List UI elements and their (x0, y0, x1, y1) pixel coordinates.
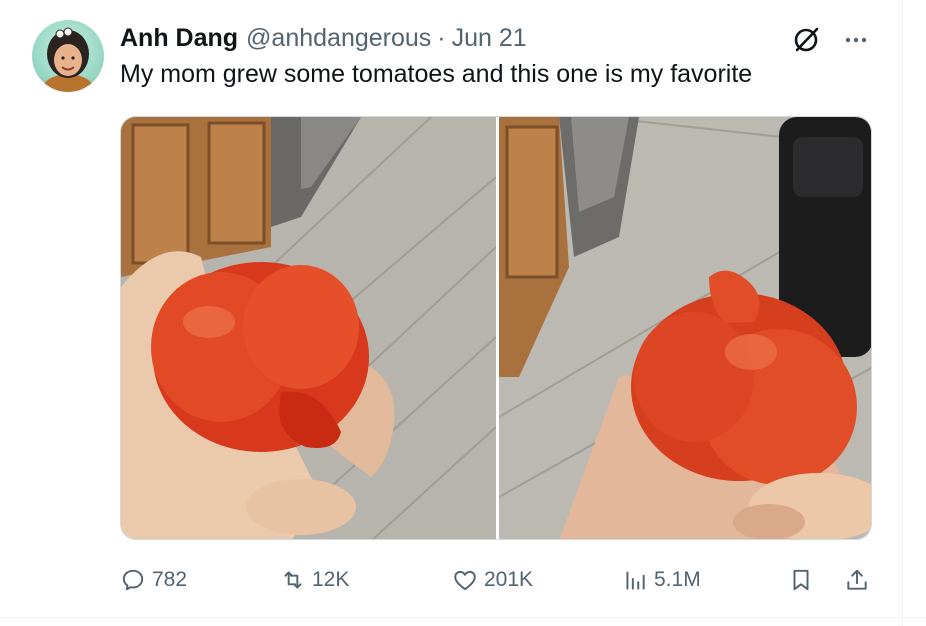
share-button[interactable] (844, 560, 870, 600)
like-button[interactable]: 201K (452, 560, 533, 600)
photo-tomato-right[interactable] (499, 117, 871, 539)
photo-tomato-left[interactable] (121, 117, 496, 539)
like-icon (454, 570, 476, 591)
author-name[interactable]: Anh Dang (120, 24, 238, 53)
like-count: 201K (484, 568, 534, 591)
tweet-media (120, 116, 872, 540)
more-icon[interactable] (840, 24, 872, 56)
action-bar: 782 12K 201K 5.1M (120, 560, 872, 600)
tweet-header: Anh Dang @anhdangerous · Jun 21 (120, 22, 527, 54)
share-icon (847, 569, 867, 590)
reply-icon (122, 569, 144, 591)
avatar[interactable] (32, 20, 104, 92)
view-count: 5.1M (654, 568, 701, 591)
tweet-date[interactable]: Jun 21 (452, 24, 527, 53)
grok-icon[interactable] (790, 24, 822, 56)
page-border-bottom (0, 617, 926, 618)
retweet-count: 12K (312, 568, 350, 591)
page-border-right (902, 0, 903, 626)
header-separator: · (437, 23, 446, 52)
retweet-button[interactable]: 12K (280, 560, 349, 600)
tweet-text: My mom grew some tomatoes and this one i… (120, 60, 753, 88)
views-icon (626, 571, 645, 590)
reply-count: 782 (152, 568, 188, 591)
views-button[interactable]: 5.1M (622, 560, 701, 600)
bookmark-icon (793, 569, 809, 591)
author-handle[interactable]: @anhdangerous (246, 24, 431, 53)
bookmark-button[interactable] (788, 560, 814, 600)
reply-button[interactable]: 782 (120, 560, 187, 600)
retweet-icon (284, 571, 302, 589)
